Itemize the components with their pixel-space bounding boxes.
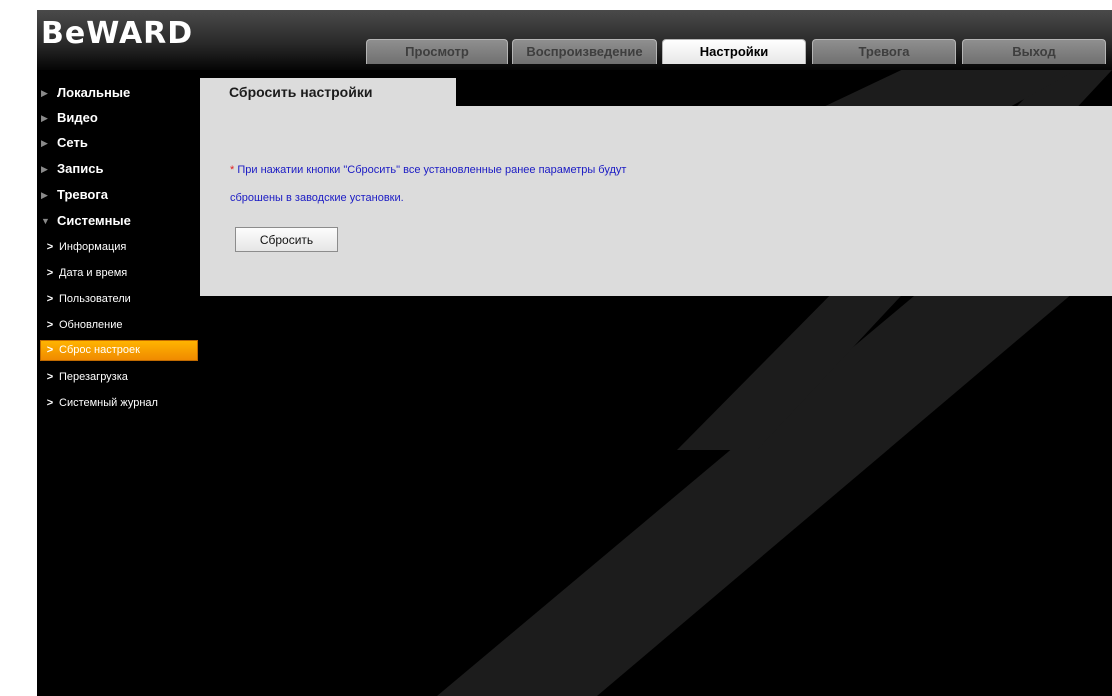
sidebar-item-label: Пользователи xyxy=(59,293,131,305)
sidebar-section-zapis[interactable]: ▶ Запись xyxy=(41,160,103,178)
tab-prosmotr[interactable]: Просмотр xyxy=(366,39,508,64)
sidebar-section-video[interactable]: ▶ Видео xyxy=(41,109,98,127)
tab-vykhod[interactable]: Выход xyxy=(962,39,1106,64)
chevron-right-icon: > xyxy=(46,241,54,253)
required-star: * xyxy=(230,164,235,176)
chevron-right-icon: > xyxy=(46,319,54,331)
content-tab: Сбросить настройки xyxy=(200,78,456,106)
sidebar-section-trevoga[interactable]: ▶ Тревога xyxy=(41,186,108,204)
sidebar-item-sbros-nastroek[interactable]: > Сброс настроек xyxy=(40,340,198,361)
sidebar-item-label: Перезагрузка xyxy=(59,371,128,383)
sidebar-item-polzovateli[interactable]: > Пользователи xyxy=(41,290,191,309)
sidebar-item-label: Системный журнал xyxy=(59,397,158,409)
triangle-down-icon: ▼ xyxy=(41,216,50,226)
reset-notice: * При нажатии кнопки "Сбросить" все уста… xyxy=(230,162,627,204)
tab-nastroyki[interactable]: Настройки xyxy=(662,39,806,64)
sidebar-item-label: Сброс настроек xyxy=(59,344,140,356)
sidebar-item-sistemnyy-zhurnal[interactable]: > Системный журнал xyxy=(41,394,191,413)
chevron-right-icon: > xyxy=(46,344,54,356)
chevron-right-icon: > xyxy=(46,267,54,279)
triangle-right-icon: ▶ xyxy=(41,138,48,148)
sidebar-item-perezagruzka[interactable]: > Перезагрузка xyxy=(41,368,191,387)
sidebar-section-label: Видео xyxy=(57,110,98,125)
sidebar-item-label: Обновление xyxy=(59,319,123,331)
chevron-right-icon: > xyxy=(46,397,54,409)
tab-trevoga[interactable]: Тревога xyxy=(812,39,956,64)
header: BeWARD Просмотр Воспроизведение Настройк… xyxy=(37,10,1112,70)
triangle-right-icon: ▶ xyxy=(41,88,48,98)
triangle-right-icon: ▶ xyxy=(41,190,48,200)
notice-line-1: При нажатии кнопки "Сбросить" все устано… xyxy=(237,164,627,176)
page-title: Сбросить настройки xyxy=(229,84,373,100)
chevron-right-icon: > xyxy=(46,293,54,305)
sidebar-section-label: Запись xyxy=(57,161,104,176)
sidebar-section-label: Локальные xyxy=(57,85,131,100)
sidebar-section-label: Сеть xyxy=(57,135,88,150)
triangle-right-icon: ▶ xyxy=(41,164,48,174)
app-window: BeWARD Просмотр Воспроизведение Настройк… xyxy=(37,10,1112,696)
sidebar-section-label: Тревога xyxy=(57,187,109,202)
sidebar-section-set[interactable]: ▶ Сеть xyxy=(41,134,88,152)
sidebar-item-obnovlenie[interactable]: > Обновление xyxy=(41,316,191,335)
chevron-right-icon: > xyxy=(46,371,54,383)
sidebar-section-lokalnye[interactable]: ▶ Локальные xyxy=(41,84,130,102)
sidebar-item-label: Информация xyxy=(59,241,127,253)
tab-vosproizvedenie[interactable]: Воспроизведение xyxy=(512,39,657,64)
sidebar-item-data-i-vremya[interactable]: > Дата и время xyxy=(41,264,191,283)
reset-button[interactable]: Сбросить xyxy=(235,227,338,252)
notice-line-2: сброшены в заводские установки. xyxy=(230,192,404,204)
triangle-right-icon: ▶ xyxy=(41,113,48,123)
sidebar-item-informatsiya[interactable]: > Информация xyxy=(41,238,191,257)
sidebar-section-label: Системные xyxy=(57,213,131,228)
sidebar-item-label: Дата и время xyxy=(59,267,128,279)
sidebar-section-sistemnye[interactable]: ▼ Системные xyxy=(41,212,131,230)
beward-logo: BeWARD xyxy=(41,16,194,51)
content-panel: * При нажатии кнопки "Сбросить" все уста… xyxy=(200,106,1112,296)
